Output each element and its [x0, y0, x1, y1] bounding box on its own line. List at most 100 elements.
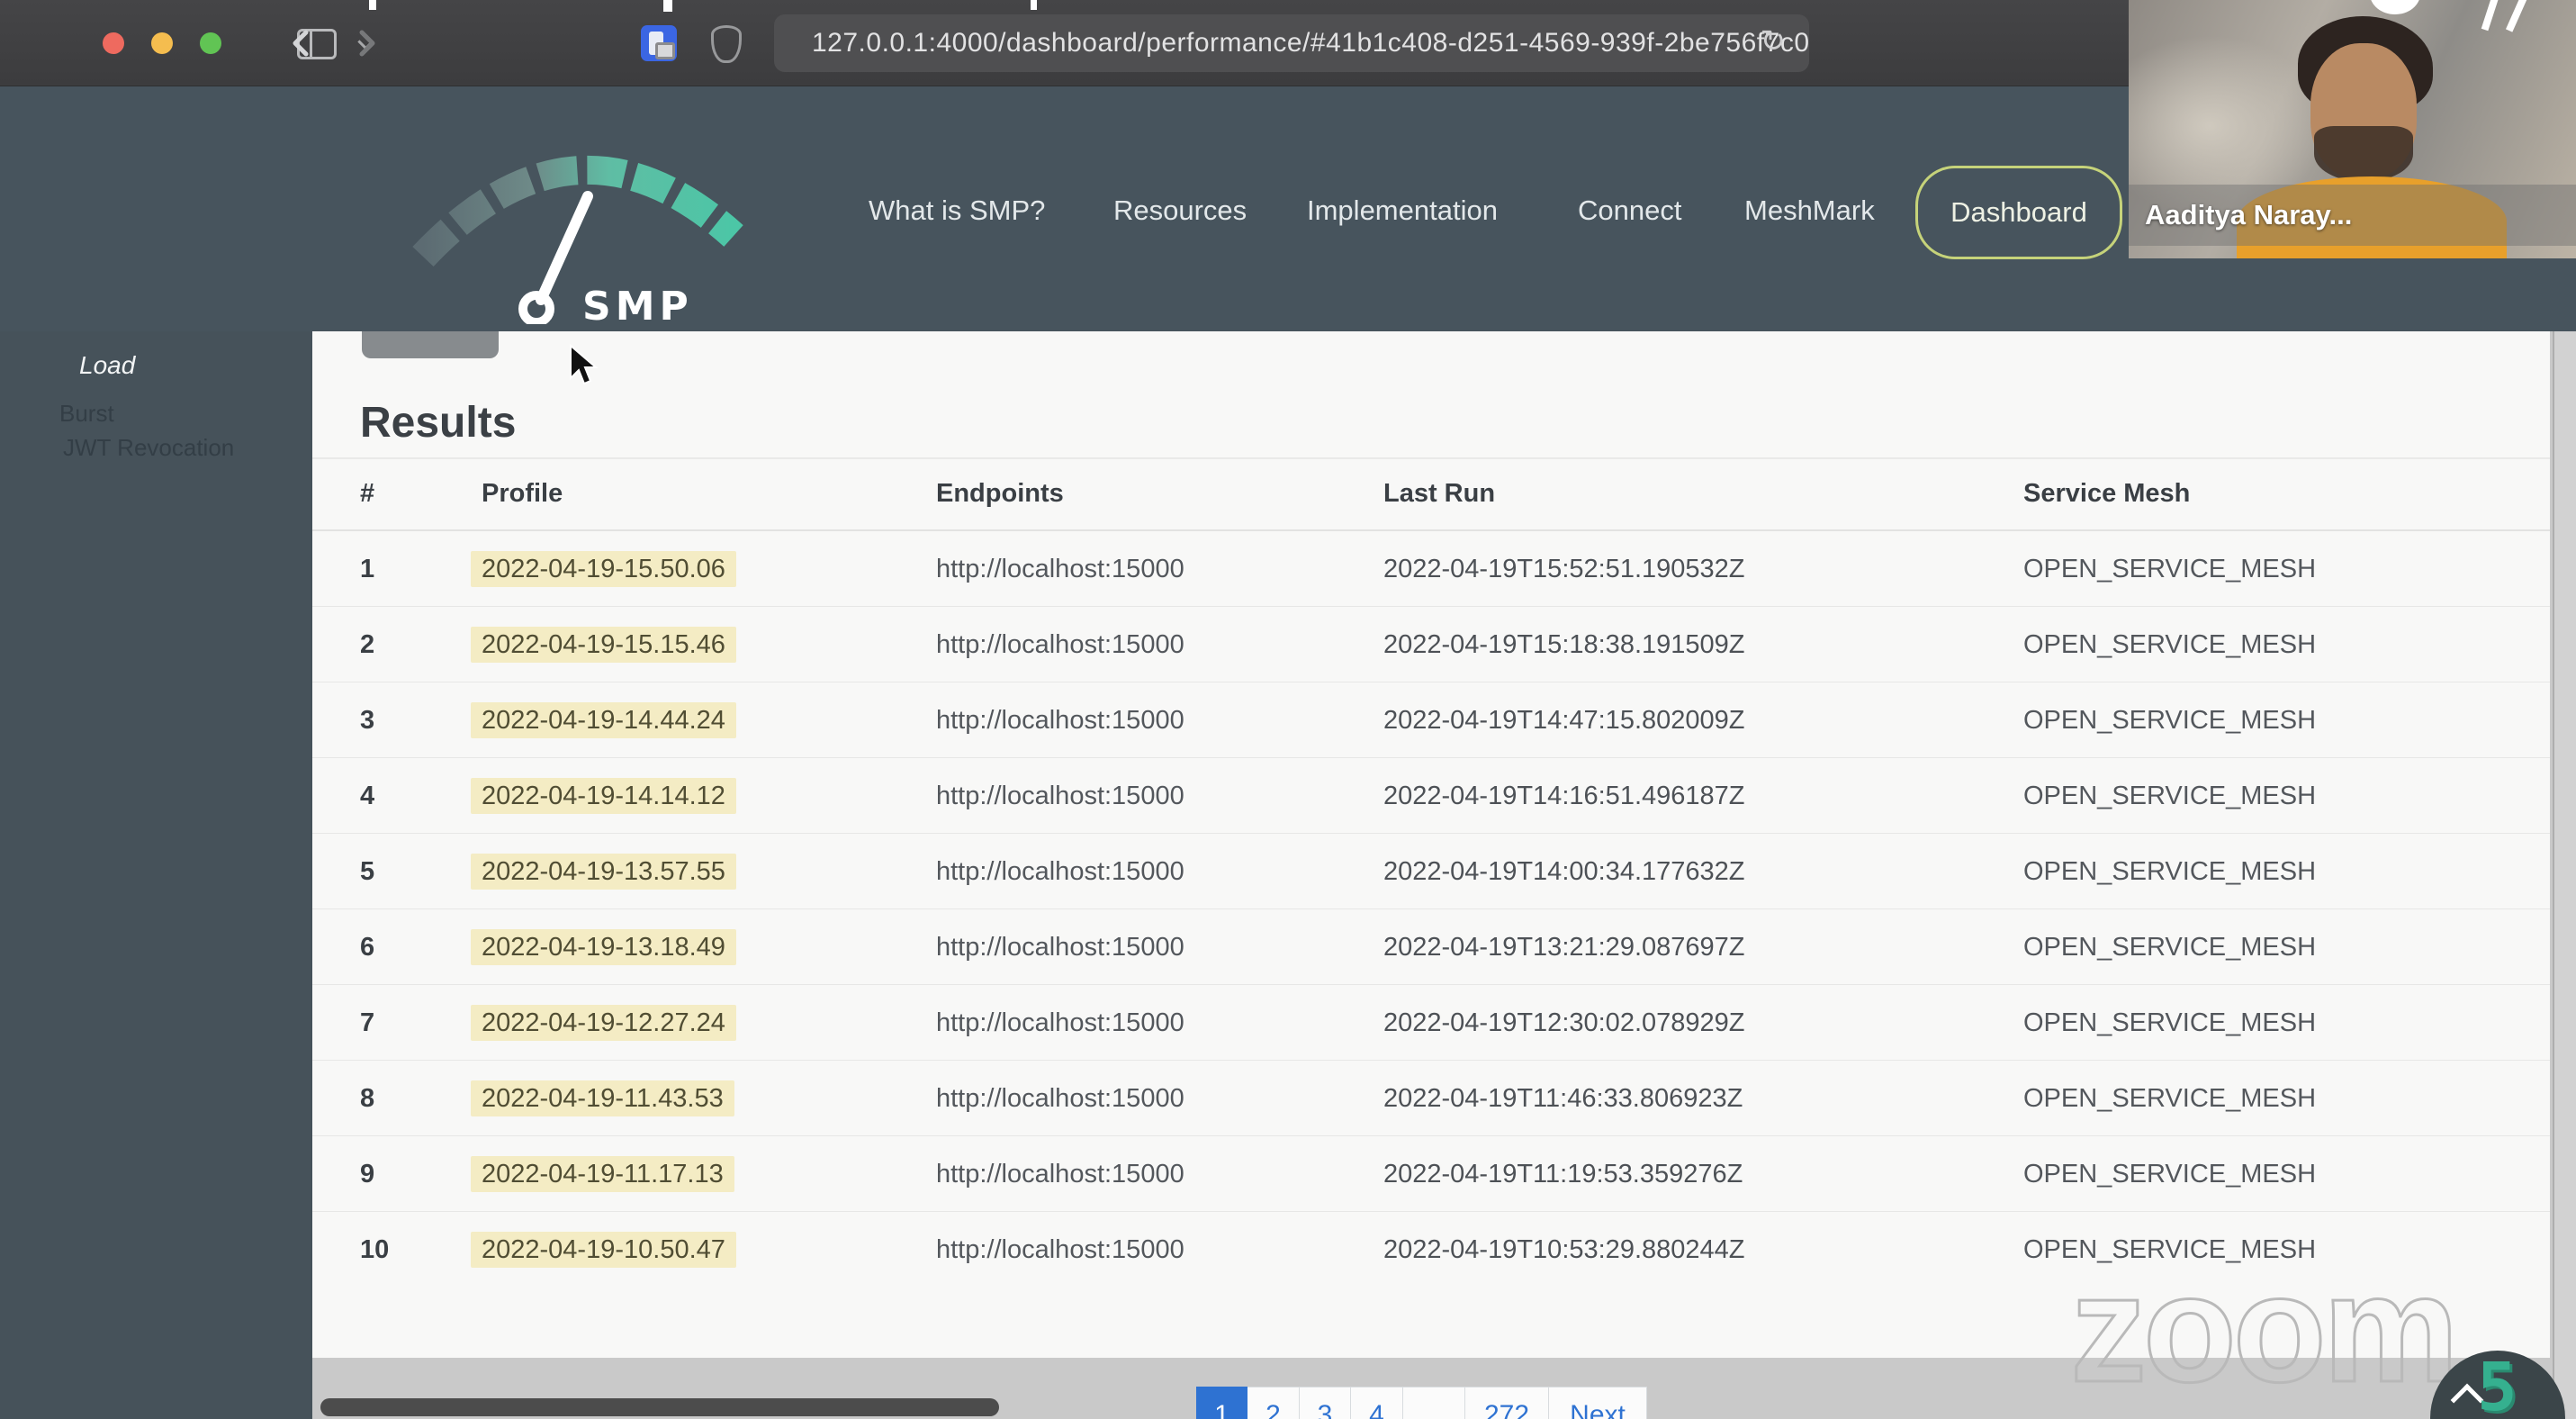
profile-cell[interactable]: 2022-04-19-14.44.24 — [471, 702, 736, 738]
horizontal-scrollbar[interactable] — [320, 1398, 999, 1416]
service-mesh-cell: OPEN_SERVICE_MESH — [2023, 1008, 2317, 1037]
url-text[interactable]: 127.0.0.1:4000/dashboard/performance/#41… — [812, 28, 1809, 59]
profile-cell[interactable]: 2022-04-19-13.57.55 — [471, 854, 736, 890]
test-types-sidebar: Load Burst JWT Revocation — [0, 331, 312, 1419]
last-run-cell: 2022-04-19T14:47:15.802009Z — [1383, 706, 1745, 735]
page-button-272[interactable]: 272 — [1465, 1387, 1549, 1419]
row-number: 6 — [360, 933, 375, 962]
video-overlay-fragment — [2505, 0, 2530, 32]
endpoint-cell: http://localhost:15000 — [936, 1235, 1184, 1264]
scrolled-tab — [362, 331, 499, 358]
nav-item-connect[interactable]: Connect — [1578, 194, 1681, 227]
last-run-cell: 2022-04-19T14:16:51.496187Z — [1383, 782, 1745, 810]
profile-cell[interactable]: 2022-04-19-11.43.53 — [471, 1080, 734, 1116]
last-run-cell: 2022-04-19T15:18:38.191509Z — [1383, 630, 1745, 659]
page-button-…[interactable]: … — [1403, 1387, 1465, 1419]
table-row[interactable]: 1 2022-04-19-15.50.06 http://localhost:1… — [312, 531, 2550, 607]
last-run-cell: 2022-04-19T10:53:29.880244Z — [1383, 1235, 1745, 1264]
layer5-logo-icon: 5 — [2477, 1349, 2517, 1419]
last-run-cell: 2022-04-19T11:46:33.806923Z — [1383, 1084, 1743, 1113]
table-row[interactable]: 6 2022-04-19-13.18.49 http://localhost:1… — [312, 909, 2550, 985]
profile-cell[interactable]: 2022-04-19-12.27.24 — [471, 1005, 736, 1041]
page-button-2[interactable]: 2 — [1247, 1387, 1300, 1419]
profile-cell[interactable]: 2022-04-19-13.18.49 — [471, 929, 736, 965]
profile-cell[interactable]: 2022-04-19-15.15.46 — [471, 627, 736, 663]
endpoint-cell: http://localhost:15000 — [936, 706, 1184, 735]
video-overlay-fragment — [1031, 0, 1037, 10]
row-number: 2 — [360, 630, 375, 659]
last-run-cell: 2022-04-19T15:52:51.190532Z — [1383, 555, 1745, 583]
page-button-3[interactable]: 3 — [1300, 1387, 1351, 1419]
service-mesh-cell: OPEN_SERVICE_MESH — [2023, 1160, 2317, 1189]
column-header: Endpoints — [936, 479, 1064, 508]
back-arrow-icon[interactable] — [284, 25, 320, 61]
table-row[interactable]: 4 2022-04-19-14.14.12 http://localhost:1… — [312, 758, 2550, 834]
table-row[interactable]: 3 2022-04-19-14.44.24 http://localhost:1… — [312, 682, 2550, 758]
row-number: 4 — [360, 782, 375, 810]
speaker-beard — [2314, 126, 2413, 182]
shield-extension-icon[interactable] — [711, 25, 742, 63]
page-button-1[interactable]: 1 — [1196, 1387, 1247, 1419]
last-run-cell: 2022-04-19T14:00:34.177632Z — [1383, 857, 1745, 886]
last-run-cell: 2022-04-19T13:21:29.087697Z — [1383, 933, 1745, 962]
forward-arrow-icon[interactable] — [347, 25, 383, 61]
service-mesh-cell: OPEN_SERVICE_MESH — [2023, 630, 2317, 659]
table-row[interactable]: 2 2022-04-19-15.15.46 http://localhost:1… — [312, 607, 2550, 682]
endpoint-cell: http://localhost:15000 — [936, 933, 1184, 962]
table-row[interactable]: 9 2022-04-19-11.17.13 http://localhost:1… — [312, 1136, 2550, 1212]
last-run-cell: 2022-04-19T11:19:53.359276Z — [1383, 1160, 1743, 1189]
endpoint-cell: http://localhost:15000 — [936, 782, 1184, 810]
participant-name: Aaditya Naray... — [2145, 199, 2353, 230]
endpoint-cell: http://localhost:15000 — [936, 1084, 1184, 1113]
vertical-scrollbar[interactable] — [2553, 331, 2576, 1419]
mouse-cursor — [570, 344, 599, 385]
nav-item-resources[interactable]: Resources — [1113, 194, 1247, 227]
profile-cell[interactable]: 2022-04-19-10.50.47 — [471, 1232, 736, 1268]
participant-name-bar: Aaditya Naray... — [2129, 185, 2576, 246]
table-header: # Profile Endpoints Last Run Service Mesh — [312, 457, 2550, 531]
nav-item-meshmark[interactable]: MeshMark — [1744, 194, 1875, 227]
zoom-watermark: zoom — [2069, 1243, 2461, 1416]
row-number: 10 — [360, 1235, 390, 1264]
table-row[interactable]: 8 2022-04-19-11.43.53 http://localhost:1… — [312, 1061, 2550, 1136]
video-overlay-fragment — [2481, 0, 2500, 32]
last-run-cell: 2022-04-19T12:30:02.078929Z — [1383, 1008, 1745, 1037]
results-card: Results # Profile Endpoints Last Run Service… — [312, 331, 2550, 1358]
reload-icon[interactable]: ↻ — [1761, 23, 1787, 59]
table-row[interactable]: 7 2022-04-19-12.27.24 http://localhost:1… — [312, 985, 2550, 1061]
service-mesh-cell: OPEN_SERVICE_MESH — [2023, 706, 2317, 735]
column-header: Last Run — [1383, 479, 1496, 508]
nav-item-what-is-smp-[interactable]: What is SMP? — [869, 194, 1045, 227]
fullscreen-window-button[interactable] — [200, 32, 221, 54]
profile-cell[interactable]: 2022-04-19-11.17.13 — [471, 1156, 734, 1192]
service-mesh-cell: OPEN_SERVICE_MESH — [2023, 857, 2317, 886]
row-number: 1 — [360, 555, 375, 583]
address-bar[interactable]: 127.0.0.1:4000/dashboard/performance/#41… — [774, 14, 1809, 72]
table-body: 1 2022-04-19-15.50.06 http://localhost:1… — [312, 531, 2550, 1288]
page-button-4[interactable]: 4 — [1351, 1387, 1403, 1419]
password-extension-icon[interactable] — [641, 25, 677, 61]
sidebar-item-jwt-revocation[interactable]: JWT Revocation — [63, 434, 234, 462]
table-row[interactable]: 5 2022-04-19-13.57.55 http://localhost:1… — [312, 834, 2550, 909]
profile-cell[interactable]: 2022-04-19-15.50.06 — [471, 551, 736, 587]
close-window-button[interactable] — [103, 32, 124, 54]
video-overlay-fragment — [663, 0, 672, 12]
nav-item-implementation[interactable]: Implementation — [1307, 194, 1498, 227]
row-number: 9 — [360, 1160, 375, 1189]
service-mesh-cell: OPEN_SERVICE_MESH — [2023, 933, 2317, 962]
sidebar-item-burst[interactable]: Burst — [59, 400, 114, 428]
row-number: 3 — [360, 706, 375, 735]
sidebar-item-load[interactable]: Load — [79, 351, 135, 380]
webcam-video[interactable]: Aaditya Naray... — [2129, 0, 2576, 258]
endpoint-cell: http://localhost:15000 — [936, 630, 1184, 659]
row-number: 7 — [360, 1008, 375, 1037]
endpoint-cell: http://localhost:15000 — [936, 555, 1184, 583]
column-header: Service Mesh — [2023, 479, 2191, 508]
profile-cell[interactable]: 2022-04-19-14.14.12 — [471, 778, 736, 814]
service-mesh-cell: OPEN_SERVICE_MESH — [2023, 782, 2317, 810]
nav-item-dashboard[interactable]: Dashboard — [1915, 166, 2122, 259]
minimize-window-button[interactable] — [151, 32, 173, 54]
endpoint-cell: http://localhost:15000 — [936, 1160, 1184, 1189]
endpoint-cell: http://localhost:15000 — [936, 1008, 1184, 1037]
next-page-button[interactable]: Next — [1549, 1387, 1647, 1419]
